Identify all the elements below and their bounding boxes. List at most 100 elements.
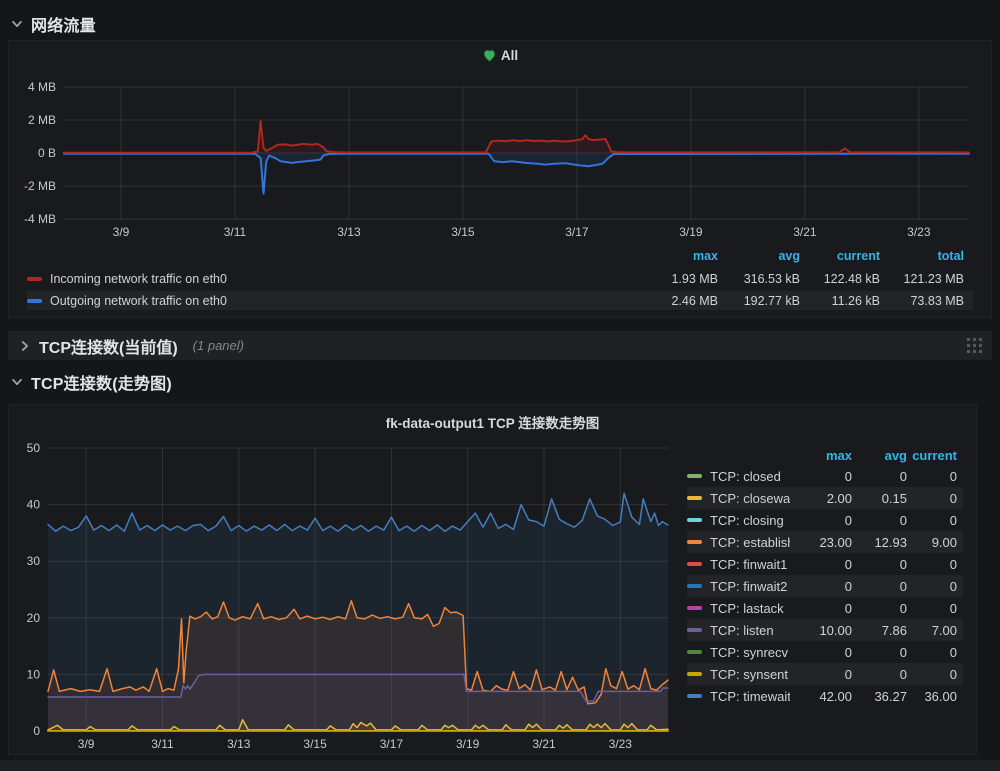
legend-row: TCP: established23.0012.939.00 [687,531,963,553]
legend-series-toggle[interactable]: Incoming network traffic on eth0 [27,272,626,286]
legend-series-label[interactable]: Incoming network traffic on eth0 [50,272,227,286]
legend-value: 0 [790,557,852,572]
legend-value: 23.00 [790,535,852,550]
legend-row: TCP: listen10.007.867.00 [687,619,963,641]
legend-series-toggle[interactable]: TCP: finwait2 [687,579,790,594]
legend-series-label[interactable]: TCP: lastack [710,601,784,616]
series-color-icon[interactable] [687,474,702,478]
legend-value: 1.93 MB [626,272,718,286]
legend-value: 36.00 [907,689,957,704]
series-color-icon[interactable] [27,277,42,281]
series-line[interactable] [48,493,668,531]
legend-value: 0 [907,579,957,594]
series-color-icon[interactable] [687,694,702,698]
series-fill [64,121,969,153]
chevron-down-icon[interactable] [10,375,24,389]
legend-sort-current[interactable]: current [800,249,880,263]
legend-sort-avg[interactable]: avg [852,448,907,463]
y-tick-label: 40 [27,498,41,512]
legend-value: 73.83 MB [880,294,964,308]
legend-value: 0.15 [852,491,907,506]
legend-value: 0 [907,601,957,616]
legend-series-label[interactable]: TCP: finwait1 [710,557,787,572]
row-header-network[interactable]: 网络流量 [10,11,96,37]
row-header-tcp-current[interactable]: TCP连接数(当前值) (1 panel) [8,331,992,360]
series-color-icon[interactable] [687,628,702,632]
legend-series-label[interactable]: TCP: synrecv [710,645,788,660]
legend-row: TCP: lastack000 [687,597,963,619]
legend-value: 0 [907,557,957,572]
legend-value: 10.00 [790,623,852,638]
legend-row: TCP: synrecv000 [687,641,963,663]
y-tick-label: 0 B [38,146,56,160]
y-tick-label: 50 [27,441,41,455]
legend-value: 0 [852,667,907,682]
row-drag-handle-icon[interactable] [966,336,984,356]
y-tick-label: 10 [27,667,41,681]
legend-series-label[interactable]: TCP: closing [710,513,784,528]
legend-series-label[interactable]: TCP: listen [710,623,774,638]
legend-series-label[interactable]: TCP: closewait [710,491,790,506]
legend-value: 121.23 MB [880,272,964,286]
legend-row: Outgoing network traffic on eth0 2.46 MB1… [27,291,973,310]
x-tick-label: 3/19 [679,225,703,239]
legend-series-toggle[interactable]: TCP: synsent [687,667,790,682]
tcp-legend-table: maxavgcurrentTCP: closed000TCP: closewai… [687,446,963,707]
row-header-tcp-trend[interactable]: TCP连接数(走势图) [10,369,172,395]
legend-series-toggle[interactable]: TCP: established [687,535,790,550]
legend-sort-total[interactable]: total [880,249,964,263]
legend-series-toggle[interactable]: TCP: listen [687,623,790,638]
y-tick-label: 2 MB [28,113,56,127]
chevron-right-icon[interactable] [18,339,32,353]
legend-series-label[interactable]: TCP: timewait [710,689,790,704]
chevron-down-icon[interactable] [10,17,24,31]
series-color-icon[interactable] [687,606,702,610]
x-tick-label: 3/21 [532,737,556,751]
legend-row: TCP: closing000 [687,509,963,531]
y-tick-label: 4 MB [28,80,56,94]
legend-value: 0 [907,513,957,528]
series-fill [64,153,969,194]
legend-sort-max[interactable]: max [626,249,718,263]
legend-series-label[interactable]: TCP: established [710,535,790,550]
x-tick-label: 3/11 [224,225,247,239]
series-color-icon[interactable] [687,584,702,588]
legend-series-toggle[interactable]: TCP: finwait1 [687,557,790,572]
legend-sort-avg[interactable]: avg [718,249,800,263]
legend-series-toggle[interactable]: TCP: closing [687,513,790,528]
legend-value: 2.46 MB [626,294,718,308]
legend-series-toggle[interactable]: Outgoing network traffic on eth0 [27,294,626,308]
legend-series-toggle[interactable]: TCP: closed [687,469,790,484]
legend-value: 192.77 kB [718,294,800,308]
x-tick-label: 3/19 [456,737,480,751]
legend-series-toggle[interactable]: TCP: timewait [687,689,790,704]
series-color-icon[interactable] [687,540,702,544]
legend-sort-max[interactable]: max [790,448,852,463]
series-color-icon[interactable] [687,562,702,566]
legend-sort-current[interactable]: current [907,448,957,463]
series-color-icon[interactable] [687,672,702,676]
legend-series-toggle[interactable]: TCP: synrecv [687,645,790,660]
series-color-icon[interactable] [687,496,702,500]
series-color-icon[interactable] [687,518,702,522]
legend-value: 0 [907,667,957,682]
legend-value: 0 [907,645,957,660]
legend-value: 0 [852,513,907,528]
x-tick-label: 3/15 [303,737,327,751]
legend-value: 0 [852,579,907,594]
series-color-icon[interactable] [27,299,42,303]
legend-series-toggle[interactable]: TCP: closewait [687,491,790,506]
legend-value: 0 [852,645,907,660]
row-title-tcp-trend: TCP连接数(走势图) [31,370,172,394]
series-color-icon[interactable] [687,650,702,654]
legend-series-toggle[interactable]: TCP: lastack [687,601,790,616]
y-tick-label: -2 MB [24,179,56,193]
legend-value: 7.86 [852,623,907,638]
legend-header-row: maxavgcurrent [687,446,963,465]
x-tick-label: 3/17 [380,737,404,751]
legend-value: 0 [790,645,852,660]
legend-series-label[interactable]: TCP: closed [710,469,781,484]
legend-series-label[interactable]: TCP: synsent [710,667,788,682]
legend-series-label[interactable]: TCP: finwait2 [710,579,787,594]
legend-series-label[interactable]: Outgoing network traffic on eth0 [50,294,227,308]
